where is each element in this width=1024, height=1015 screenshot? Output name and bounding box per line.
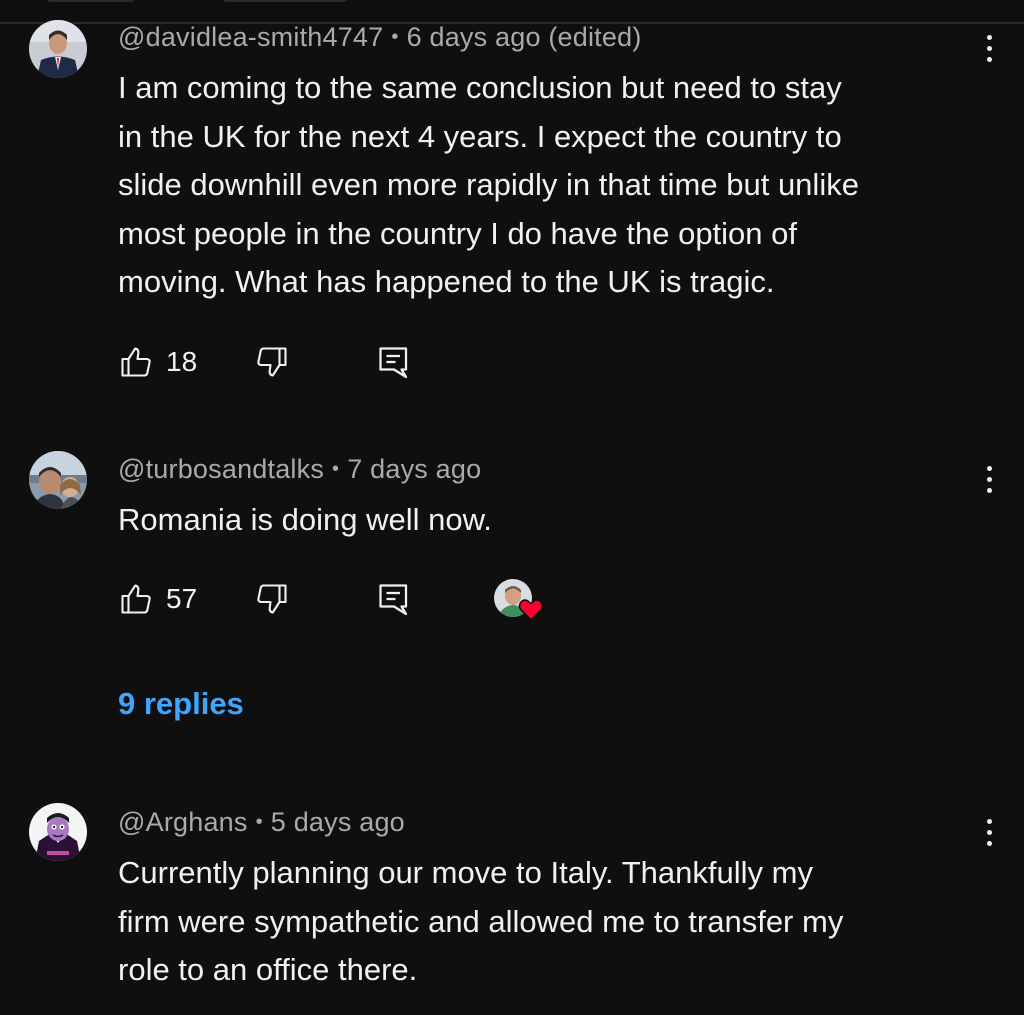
more-vert-icon [987,830,992,835]
like-button[interactable] [118,581,154,622]
comment-text-line: in the UK for the next 4 years. I expect… [118,118,842,154]
comment-text-line: Currently planning our move to Italy. Th… [118,855,813,890]
like-count: 57 [166,583,198,614]
comment-text-line: firm were sympathetic and allowed me to … [118,903,844,939]
avatar-image [29,20,87,78]
comment-time[interactable]: 6 days ago (edited) [407,22,642,52]
author-handle[interactable]: @turbosandtalks [118,454,324,484]
comment-meta: @turbosandtalks • 7 days ago [118,454,481,485]
author-handle[interactable]: @Arghans [118,807,248,837]
dislike-button[interactable] [254,344,290,385]
meta-separator: • [255,811,263,833]
top-chip[interactable] [222,0,348,2]
comment-text: Romania is doing well now. [118,496,998,545]
like-button[interactable] [118,344,154,385]
more-vert-icon [987,35,992,40]
more-options-button[interactable] [976,463,1002,497]
thumbs-down-icon [257,347,287,377]
creator-heart [494,579,548,627]
avatar[interactable] [29,451,87,509]
heart-icon [518,599,544,621]
comment-time[interactable]: 5 days ago [271,807,405,837]
thumbs-up-icon [121,584,151,614]
more-vert-icon [987,466,992,471]
top-chip[interactable] [46,0,136,2]
comment-meta: @davidlea-smith4747 • 6 days ago (edited) [118,22,642,53]
comment-text-line: I am coming to the same conclusion but n… [118,70,842,105]
reply-button[interactable] [376,581,412,622]
like-count: 18 [166,346,198,377]
comment-text-line: Romania is doing well now. [118,502,492,537]
comment-text-line: moving. What has happened to the UK is t… [118,264,775,299]
more-vert-icon [987,488,992,493]
dislike-button[interactable] [254,581,290,622]
more-vert-icon [987,819,992,824]
more-vert-icon [987,46,992,51]
more-options-button[interactable] [976,32,1002,66]
more-options-button[interactable] [976,816,1002,850]
author-handle[interactable]: @davidlea-smith4747 [118,22,383,52]
reply-icon [379,347,408,379]
comment-text: Currently planning our move to Italy. Th… [118,849,998,995]
more-vert-icon [987,841,992,846]
comment-text-line: most people in the country I do have the… [118,215,798,251]
more-vert-icon [987,477,992,482]
meta-separator: • [332,458,340,480]
reply-icon [379,584,408,616]
comment-text: I am coming to the same conclusion but n… [118,64,998,307]
thumbs-down-icon [257,584,287,614]
comment-meta: @Arghans • 5 days ago [118,807,405,838]
view-replies-link[interactable]: 9 replies [118,686,244,722]
more-vert-icon [987,57,992,62]
meta-separator: • [391,26,399,48]
reply-button[interactable] [376,344,412,385]
avatar[interactable] [29,20,87,78]
comment-text-line: slide downhill even more rapidly in that… [118,167,859,202]
top-divider [0,0,1024,24]
thumbs-up-icon [121,347,151,377]
comment-text-line: role to an office there. [118,952,418,987]
comment-time[interactable]: 7 days ago [347,454,481,484]
avatar-image [29,451,87,509]
avatar-image [29,803,87,861]
avatar[interactable] [29,803,87,861]
